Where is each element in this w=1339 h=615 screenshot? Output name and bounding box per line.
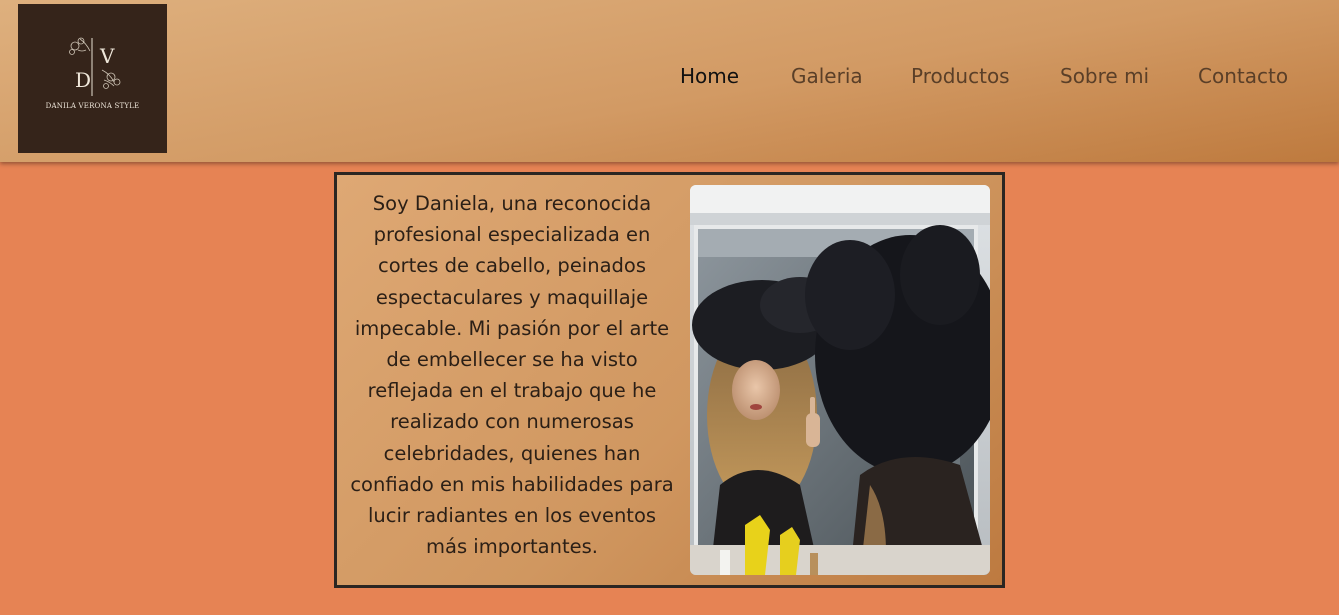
nav-home[interactable]: Home [680, 64, 739, 88]
site-header: V D DANILA VERONA STYLE Home Galeria Pro… [0, 0, 1339, 162]
nav-sobre-mi[interactable]: Sobre mi [1060, 64, 1149, 88]
nav-contacto[interactable]: Contacto [1198, 64, 1288, 88]
nav-galeria[interactable]: Galeria [791, 64, 863, 88]
nav-productos[interactable]: Productos [911, 64, 1010, 88]
about-card: Soy Daniela, una reconocida profesional … [334, 172, 1005, 588]
main-nav: Home Galeria Productos Sobre mi Contacto [0, 64, 1339, 96]
mirror-portrait-image [690, 185, 990, 575]
logo-caption: DANILA VERONA STYLE [45, 102, 140, 110]
portrait-photo [690, 185, 990, 575]
bio-text: Soy Daniela, una reconocida profesional … [350, 192, 674, 559]
